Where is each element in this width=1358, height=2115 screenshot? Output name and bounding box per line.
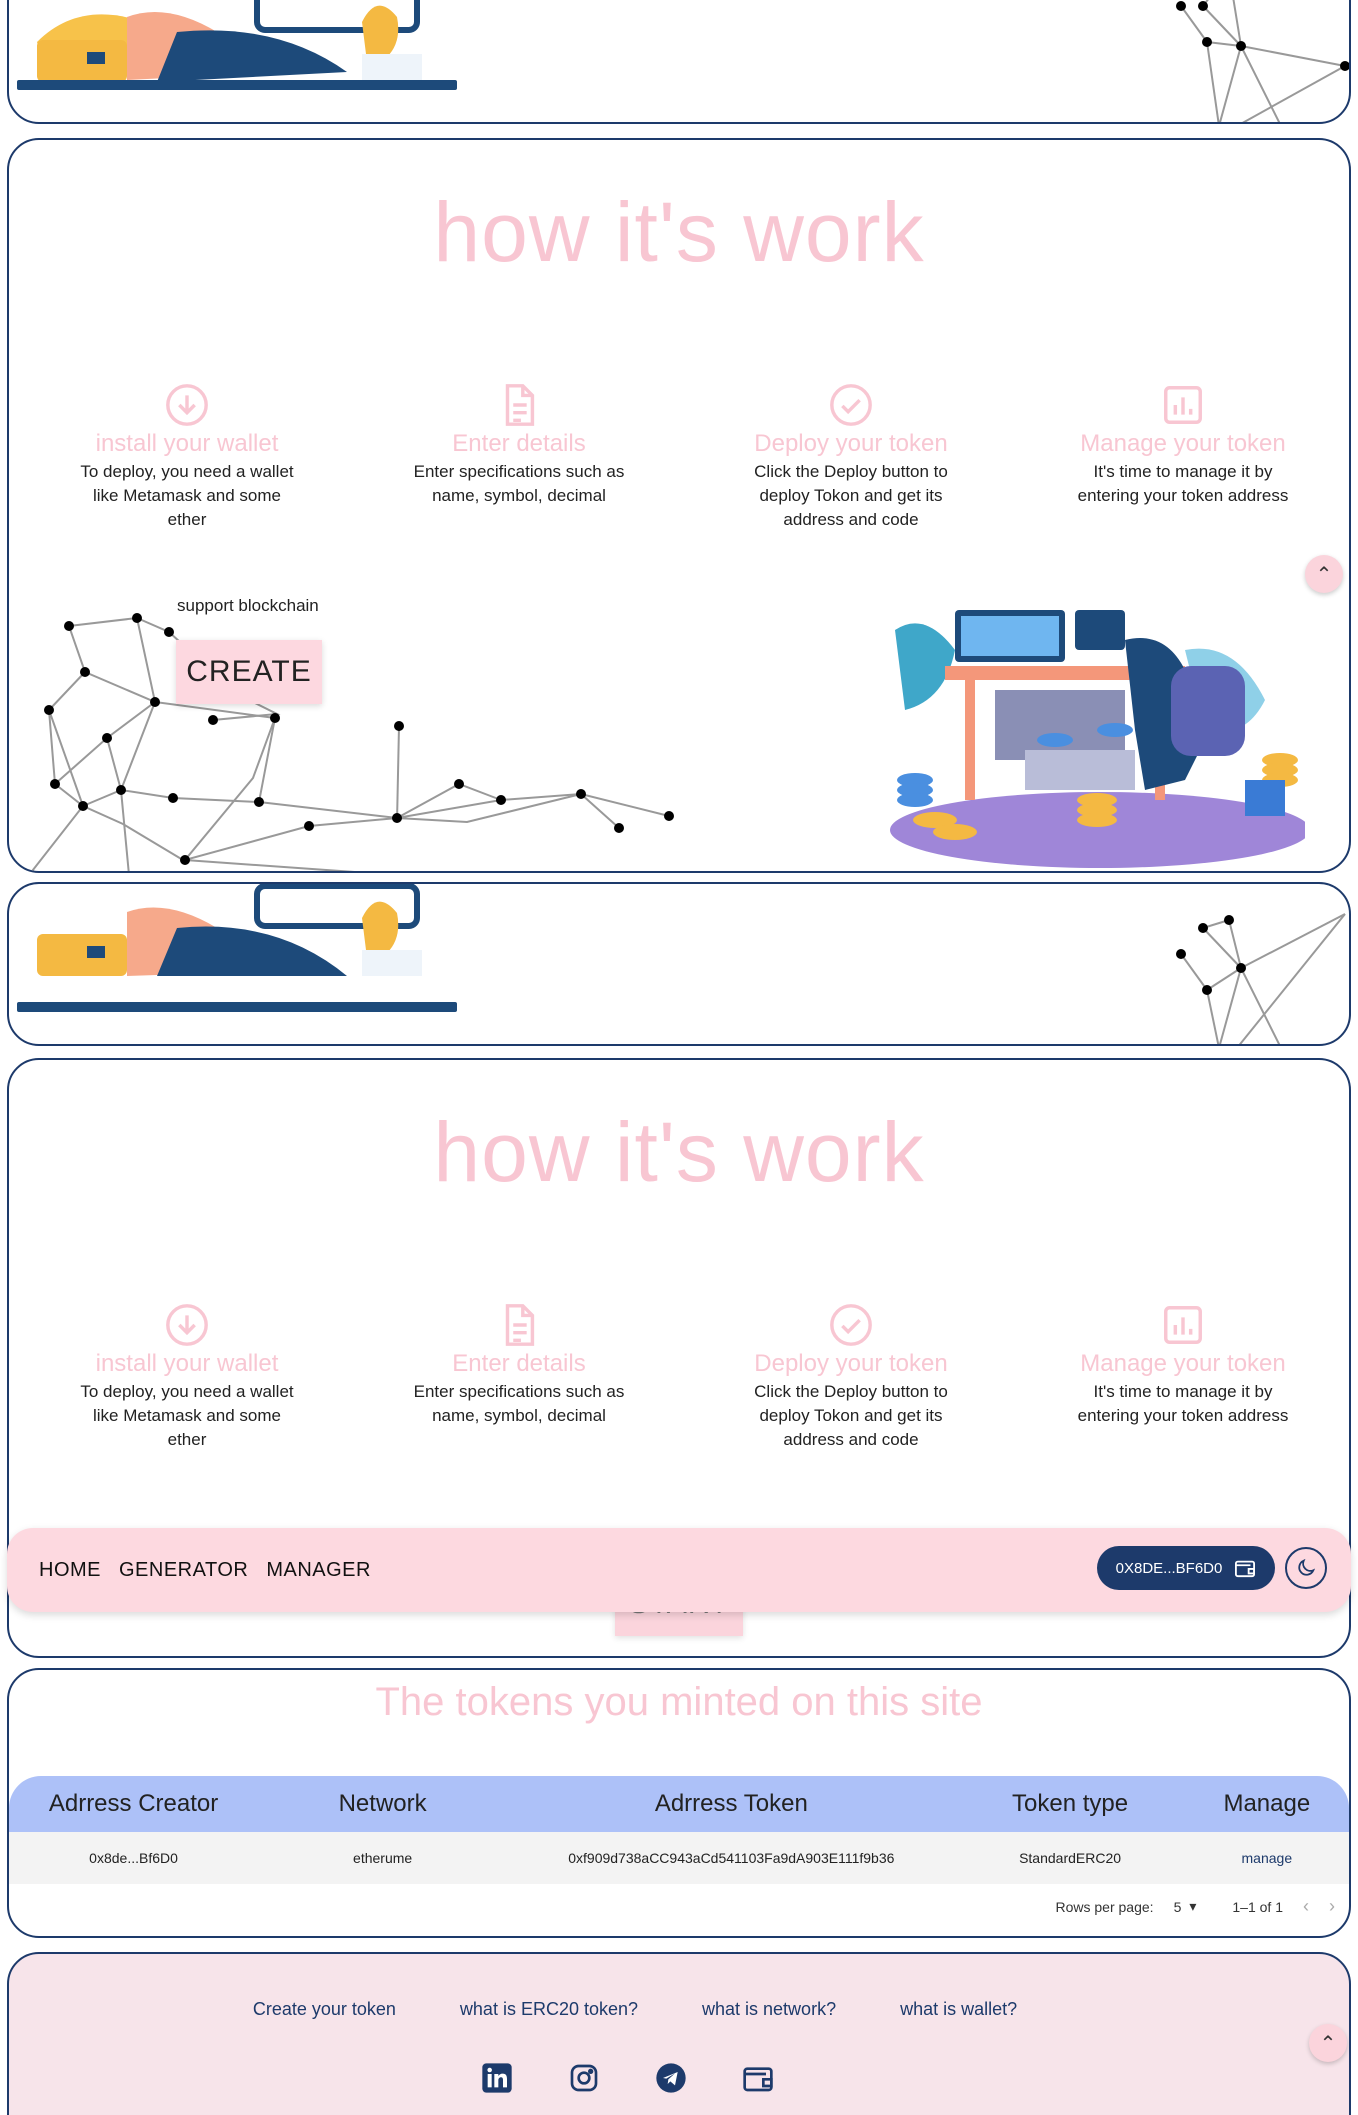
hero-illustration bbox=[37, 0, 422, 83]
column-header[interactable]: Adrress Token bbox=[507, 1790, 955, 1818]
hero-illustration bbox=[37, 884, 422, 976]
step-title: Manage your token bbox=[1080, 430, 1286, 457]
caret-down-icon: ▾ bbox=[1189, 1898, 1197, 1914]
linkedin-icon[interactable] bbox=[481, 2062, 513, 2094]
step-install-wallet: install your wallet To deploy, you need … bbox=[21, 382, 353, 532]
network-graph-decoration bbox=[30, 613, 674, 871]
scroll-to-top-button[interactable]: ⌃ bbox=[1309, 2024, 1347, 2062]
chevron-up-icon: ⌃ bbox=[1319, 2032, 1337, 2055]
manage-link[interactable]: manage bbox=[1242, 1850, 1293, 1866]
hero-create-area: support blockchain CREATE bbox=[9, 596, 1349, 871]
instagram-icon[interactable] bbox=[568, 2062, 600, 2094]
column-header[interactable]: Adrress Creator bbox=[9, 1790, 258, 1818]
step-install-wallet: install your wallet To deploy, you need … bbox=[21, 1302, 353, 1452]
how-title: how it's work bbox=[433, 185, 925, 279]
footer-link-wallet[interactable]: what is wallet? bbox=[900, 1999, 1017, 2020]
top-navbar: HOME GENERATOR MANAGER 0X8DE...BF6D0 bbox=[7, 1528, 1351, 1612]
next-page-icon[interactable]: › bbox=[1329, 1896, 1335, 1917]
page-range: 1–1 of 1 bbox=[1232, 1898, 1283, 1915]
create-button[interactable]: CREATE bbox=[176, 640, 322, 704]
step-title: Enter details bbox=[452, 430, 586, 457]
table-row: 0x8de...Bf6D0 etherume 0xf909d738aCC943a… bbox=[9, 1832, 1349, 1884]
check-circle-icon bbox=[830, 384, 872, 426]
bar-chart-icon bbox=[1164, 386, 1202, 424]
nav-generator[interactable]: GENERATOR bbox=[119, 1559, 248, 1582]
rows-per-page-label: Rows per page: bbox=[1055, 1898, 1154, 1915]
network-graph-decoration bbox=[1176, 913, 1346, 1044]
scroll-to-top-button[interactable]: ⌃ bbox=[1305, 555, 1343, 593]
download-circle-icon bbox=[166, 1304, 208, 1346]
step-deploy-token: Deploy your token Click the Deploy butto… bbox=[685, 382, 1017, 532]
desk-bar bbox=[17, 1002, 457, 1012]
step-title: install your wallet bbox=[95, 1350, 279, 1377]
step-text: Enter specifications such as name, symbo… bbox=[413, 462, 625, 505]
step-manage-token: Manage your token It's time to manage it… bbox=[1017, 382, 1349, 532]
step-manage-token: Manage your token It's time to manage it… bbox=[1017, 1302, 1349, 1452]
cell-creator: 0x8de...Bf6D0 bbox=[89, 1850, 178, 1866]
wallet-address: 0X8DE...BF6D0 bbox=[1115, 1559, 1223, 1577]
step-title: Deploy your token bbox=[754, 430, 948, 457]
footer-link-erc20[interactable]: what is ERC20 token? bbox=[460, 1999, 638, 2020]
footer-link-create[interactable]: Create your token bbox=[253, 1999, 396, 2020]
step-text: Click the Deploy button to deploy Tokon … bbox=[754, 462, 948, 529]
step-text: Enter specifications such as name, symbo… bbox=[413, 1382, 625, 1425]
moon-icon bbox=[1298, 1558, 1316, 1576]
minted-tokens-section: The tokens you minted on this site Adrre… bbox=[7, 1668, 1351, 1938]
telegram-icon[interactable] bbox=[655, 2062, 687, 2094]
rows-per-page-value: 5 bbox=[1173, 1898, 1182, 1915]
step-title: install your wallet bbox=[95, 430, 279, 457]
bar-chart-icon bbox=[1164, 1306, 1202, 1344]
cell-token-address: 0xf909d738aCC943aCd541103Fa9dA903E111f9b… bbox=[568, 1850, 895, 1866]
document-icon bbox=[505, 384, 535, 426]
wallet-icon bbox=[1235, 1560, 1256, 1578]
footer-links: Create your token what is ERC20 token? w… bbox=[9, 1999, 1305, 2020]
column-header[interactable]: Manage bbox=[1185, 1790, 1349, 1818]
step-title: Manage your token bbox=[1080, 1350, 1286, 1377]
tokens-title: The tokens you minted on this site bbox=[375, 1680, 983, 1724]
step-text: To deploy, you need a wallet like Metama… bbox=[80, 462, 294, 529]
theme-toggle-button[interactable] bbox=[1285, 1547, 1327, 1589]
cell-token-type: StandardERC20 bbox=[1019, 1850, 1122, 1866]
table-pagination: Rows per page: 5 ▾ 1–1 of 1 ‹ › bbox=[1056, 1896, 1336, 1917]
step-title: Deploy your token bbox=[754, 1350, 948, 1377]
steps-row: install your wallet To deploy, you need … bbox=[9, 1302, 1349, 1452]
trader-desk-illustration bbox=[890, 610, 1305, 868]
desk-bar bbox=[17, 80, 457, 90]
chevron-up-icon: ⌃ bbox=[1315, 563, 1333, 586]
step-text: Click the Deploy button to deploy Tokon … bbox=[754, 1382, 948, 1449]
nav-manager[interactable]: MANAGER bbox=[266, 1559, 371, 1582]
document-icon bbox=[505, 1304, 535, 1346]
hero-section-fragment-repeat bbox=[7, 882, 1351, 1046]
how-title: how it's work bbox=[433, 1105, 925, 1199]
wallet-icon[interactable] bbox=[742, 2062, 774, 2094]
step-deploy-token: Deploy your token Click the Deploy butto… bbox=[685, 1302, 1017, 1452]
step-title: Enter details bbox=[452, 1350, 586, 1377]
hero-section-fragment bbox=[7, 0, 1351, 124]
column-header[interactable]: Token type bbox=[955, 1790, 1184, 1818]
footer: Create your token what is ERC20 token? w… bbox=[7, 1952, 1351, 2115]
support-text: support blockchain bbox=[177, 596, 319, 615]
step-text: It's time to manage it by entering your … bbox=[1077, 462, 1289, 505]
nav-home[interactable]: HOME bbox=[39, 1559, 101, 1582]
footer-link-network[interactable]: what is network? bbox=[702, 1999, 836, 2020]
step-text: To deploy, you need a wallet like Metama… bbox=[80, 1382, 294, 1449]
download-circle-icon bbox=[166, 384, 208, 426]
column-header[interactable]: Network bbox=[258, 1790, 507, 1818]
step-text: It's time to manage it by entering your … bbox=[1077, 1382, 1289, 1425]
wallet-connect-button[interactable]: 0X8DE...BF6D0 bbox=[1097, 1546, 1275, 1590]
check-circle-icon bbox=[830, 1304, 872, 1346]
how-it-works-section: how it's work install your wallet To dep… bbox=[7, 138, 1351, 873]
rows-per-page-select[interactable]: 5 ▾ bbox=[1174, 1898, 1197, 1915]
step-enter-details: Enter details Enter specifications such … bbox=[353, 1302, 685, 1452]
prev-page-icon[interactable]: ‹ bbox=[1303, 1896, 1309, 1917]
step-enter-details: Enter details Enter specifications such … bbox=[353, 382, 685, 532]
steps-row: install your wallet To deploy, you need … bbox=[9, 382, 1349, 532]
cell-network: etherume bbox=[353, 1850, 413, 1866]
network-graph-decoration bbox=[1176, 0, 1349, 122]
table-header: Adrress Creator Network Adrress Token To… bbox=[9, 1776, 1349, 1832]
social-links bbox=[9, 2062, 1297, 2094]
